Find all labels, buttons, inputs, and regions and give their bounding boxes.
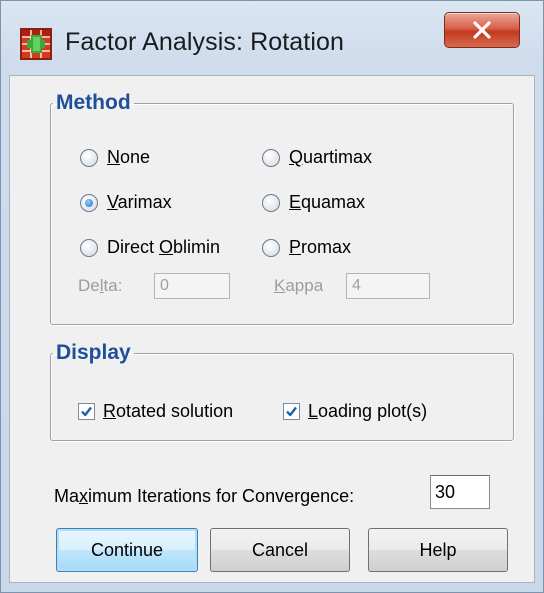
loading-plots-label-rest: oading plot(s) xyxy=(318,401,428,421)
rotated-solution-label: Rotated solution xyxy=(103,401,233,422)
radio-direct-oblimin-label: Direct Oblimin xyxy=(107,237,220,258)
max-iterations-input[interactable] xyxy=(430,475,490,509)
radio-circle[interactable] xyxy=(80,148,98,167)
rotated-solution-checkbox[interactable]: Rotated solution xyxy=(78,401,233,422)
display-legend: Display xyxy=(56,341,131,364)
radio-quartimax[interactable]: Quartimax xyxy=(262,147,372,168)
radio-promax[interactable]: Promax xyxy=(262,237,351,258)
delta-label: Delta: xyxy=(78,276,122,296)
radio-none[interactable]: None xyxy=(80,147,150,168)
radio-equamax-label-rest: quamax xyxy=(301,192,366,212)
iter-label-part2: imum Iterations for Convergence: xyxy=(88,486,355,506)
mnemonic-p: P xyxy=(289,237,302,257)
method-legend: Method xyxy=(56,91,131,114)
close-button[interactable] xyxy=(444,12,520,48)
radio-quartimax-label: Quartimax xyxy=(289,147,372,168)
mnemonic-k: K xyxy=(274,276,286,295)
display-group: Display xyxy=(50,341,514,441)
radio-circle[interactable] xyxy=(262,238,280,257)
title-bar[interactable]: Factor Analysis: Rotation xyxy=(1,1,543,79)
loading-plots-label: Loading plot(s) xyxy=(308,401,427,422)
mnemonic-x: x xyxy=(79,486,89,506)
delta-label-part2: ta: xyxy=(103,276,123,295)
mnemonic-v: V xyxy=(107,192,118,212)
kappa-input[interactable]: 4 xyxy=(346,273,430,299)
radio-varimax-label: Varimax xyxy=(107,192,172,213)
continue-button[interactable]: Continue xyxy=(56,528,198,572)
mnemonic-r: R xyxy=(103,401,116,421)
mnemonic-o: O xyxy=(159,237,174,257)
kappa-label: Kappa xyxy=(274,276,323,296)
mnemonic-e: E xyxy=(289,192,302,212)
window-title: Factor Analysis: Rotation xyxy=(65,28,345,56)
dialog-window: Factor Analysis: Rotation Method None Qu… xyxy=(0,0,544,593)
max-iterations-label: Maximum Iterations for Convergence: xyxy=(54,486,354,507)
mnemonic-n: N xyxy=(107,147,120,167)
mnemonic-l2: L xyxy=(308,401,319,421)
radio-none-label: None xyxy=(107,147,150,168)
checkbox-box[interactable] xyxy=(283,403,300,420)
kappa-label-rest: appa xyxy=(285,276,324,295)
iter-label-part1: Ma xyxy=(54,486,80,506)
close-x-icon xyxy=(473,21,491,39)
radio-promax-label-rest: romax xyxy=(301,237,352,257)
cancel-button[interactable]: Cancel xyxy=(210,528,350,572)
radio-quartimax-label-rest: uartimax xyxy=(303,147,373,167)
rotated-solution-label-rest: otated solution xyxy=(116,401,234,421)
radio-varimax[interactable]: Varimax xyxy=(80,192,172,213)
radio-circle[interactable] xyxy=(262,148,280,167)
checkbox-box[interactable] xyxy=(78,403,95,420)
label-part-blimin: blimin xyxy=(173,237,221,257)
checkmark-icon xyxy=(81,406,92,417)
radio-varimax-label-rest: arimax xyxy=(117,192,172,212)
delta-label-part1: De xyxy=(78,276,100,295)
loading-plots-checkbox[interactable]: Loading plot(s) xyxy=(283,401,427,422)
radio-promax-label: Promax xyxy=(289,237,351,258)
radio-equamax[interactable]: Equamax xyxy=(262,192,365,213)
help-button[interactable]: Help xyxy=(368,528,508,572)
delta-input[interactable]: 0 xyxy=(154,273,230,299)
spss-table-icon xyxy=(19,27,53,61)
dialog-body: Method None Quartimax Varimax Equamax Di… xyxy=(9,75,535,583)
radio-circle[interactable] xyxy=(262,193,280,212)
checkmark-icon xyxy=(286,406,297,417)
radio-circle-checked[interactable] xyxy=(80,193,98,212)
label-part-direct: Direct xyxy=(107,237,160,257)
radio-circle[interactable] xyxy=(80,238,98,257)
radio-direct-oblimin[interactable]: Direct Oblimin xyxy=(80,237,220,258)
radio-equamax-label: Equamax xyxy=(289,192,365,213)
radio-none-label-rest: one xyxy=(120,147,151,167)
mnemonic-q: Q xyxy=(289,147,304,167)
